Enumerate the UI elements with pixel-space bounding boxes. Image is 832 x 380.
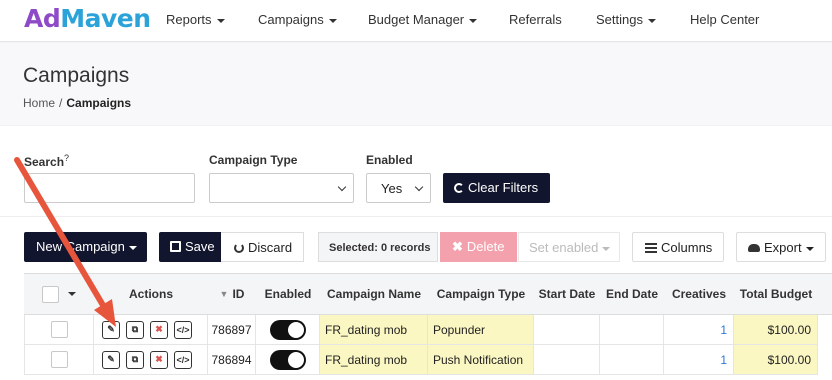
column-start-date[interactable]: Start Date — [534, 273, 600, 315]
export-button[interactable]: Export — [736, 232, 826, 262]
column-total-budget[interactable]: Total Budget — [734, 273, 818, 315]
nav-settings[interactable]: Settings — [596, 12, 656, 27]
enabled-select[interactable]: Yes — [366, 173, 431, 203]
row-end-date[interactable] — [600, 315, 664, 345]
row-enabled — [256, 345, 320, 375]
nav-referrals[interactable]: Referrals — [509, 12, 562, 27]
times-icon: ✖ — [452, 239, 463, 254]
clear-filters-button[interactable]: Clear Filters — [443, 173, 550, 203]
save-button[interactable]: Save — [159, 232, 221, 262]
caret-down-icon — [647, 18, 656, 23]
column-enabled[interactable]: Enabled — [256, 273, 320, 315]
column-actions: Actions — [128, 286, 173, 301]
campaign-type-select[interactable] — [209, 173, 354, 203]
delete-row-icon[interactable]: ✖ — [150, 350, 168, 369]
caret-down-icon — [328, 18, 337, 23]
columns-icon — [645, 243, 657, 253]
row-campaign-type[interactable]: Push Notification — [428, 345, 534, 375]
selected-count: Selected: 0 records — [318, 232, 438, 262]
select-all-header[interactable] — [24, 273, 94, 315]
row-creatives[interactable]: 1 — [664, 315, 734, 345]
row-id: 786897 — [208, 315, 256, 345]
row-enabled — [256, 315, 320, 345]
row-total-budget[interactable]: $100.00 — [734, 345, 818, 375]
row-start-date[interactable] — [534, 345, 600, 375]
row-end-date[interactable] — [600, 345, 664, 375]
column-campaign-type[interactable]: Campaign Type — [428, 273, 534, 315]
pencil-icon[interactable]: ✎ — [102, 320, 120, 339]
column-creatives[interactable]: Creatives — [664, 273, 734, 315]
admaven-logo[interactable]: AdMaven — [24, 4, 151, 33]
campaign-type-label: Campaign Type — [209, 153, 298, 167]
column-id[interactable]: ▼ ID — [208, 273, 256, 315]
pencil-icon[interactable]: ✎ — [102, 350, 120, 369]
table-row — [24, 315, 94, 345]
code-icon[interactable]: </> — [174, 320, 192, 339]
row-campaign-type[interactable]: Popunder — [428, 315, 534, 345]
copy-icon[interactable]: ⧉ — [126, 320, 144, 339]
column-campaign-name[interactable]: Campaign Name — [320, 273, 428, 315]
row-campaign-name[interactable]: FR_dating mob — [320, 315, 428, 345]
caret-down-icon[interactable] — [68, 292, 76, 296]
breadcrumb-current: Campaigns — [66, 96, 132, 110]
chevron-down-icon — [337, 182, 347, 192]
set-enabled-button[interactable]: Set enabled — [518, 232, 620, 262]
enabled-toggle[interactable] — [269, 349, 306, 370]
delete-row-icon[interactable]: ✖ — [150, 320, 168, 339]
row-total-budget[interactable]: $100.00 — [734, 315, 818, 345]
caret-down-icon — [128, 245, 137, 250]
breadcrumb: Home / Campaigns — [23, 96, 132, 110]
cloud-download-icon — [748, 244, 760, 252]
code-icon[interactable]: </> — [174, 350, 192, 369]
search-label: Search? — [24, 153, 70, 169]
copy-icon[interactable]: ⧉ — [126, 350, 144, 369]
nav-campaigns[interactable]: Campaigns — [258, 12, 337, 27]
nav-help-center[interactable]: Help Center — [690, 12, 759, 27]
row-id: 786894 — [208, 345, 256, 375]
refresh-icon — [454, 183, 464, 193]
caret-down-icon — [602, 246, 611, 251]
sort-desc-icon: ▼ — [219, 288, 229, 299]
caret-down-icon — [469, 18, 478, 23]
new-campaign-button[interactable]: New Campaign — [24, 232, 147, 262]
delete-button[interactable]: ✖ Delete — [440, 232, 517, 262]
row-creatives[interactable]: 1 — [664, 345, 734, 375]
nav-reports[interactable]: Reports — [166, 12, 225, 27]
row-checkbox[interactable] — [51, 351, 68, 368]
row-actions: ✎ ⧉ ✖ </> — [94, 315, 208, 345]
row-campaign-name[interactable]: FR_dating mob — [320, 345, 428, 375]
chevron-down-icon — [414, 182, 424, 192]
enabled-toggle[interactable] — [269, 319, 306, 340]
row-checkbox[interactable] — [51, 321, 68, 338]
row-start-date[interactable] — [534, 315, 600, 345]
row-actions: ✎ ⧉ ✖ </> — [94, 345, 208, 375]
caret-down-icon — [216, 18, 225, 23]
enabled-label: Enabled — [366, 153, 413, 167]
caret-down-icon — [805, 246, 814, 251]
undo-icon — [234, 243, 244, 253]
help-icon[interactable]: ? — [64, 153, 69, 163]
page-title: Campaigns — [23, 64, 130, 87]
floppy-icon — [170, 241, 181, 252]
select-all-checkbox[interactable] — [42, 285, 59, 303]
nav-budget-manager[interactable]: Budget Manager — [368, 12, 478, 27]
columns-button[interactable]: Columns — [632, 232, 724, 262]
divider — [0, 216, 832, 217]
search-input[interactable] — [24, 173, 195, 203]
column-end-date[interactable]: End Date — [600, 273, 664, 315]
breadcrumb-home[interactable]: Home — [23, 96, 55, 110]
discard-button[interactable]: Discard — [221, 232, 304, 262]
table-row — [24, 345, 94, 375]
